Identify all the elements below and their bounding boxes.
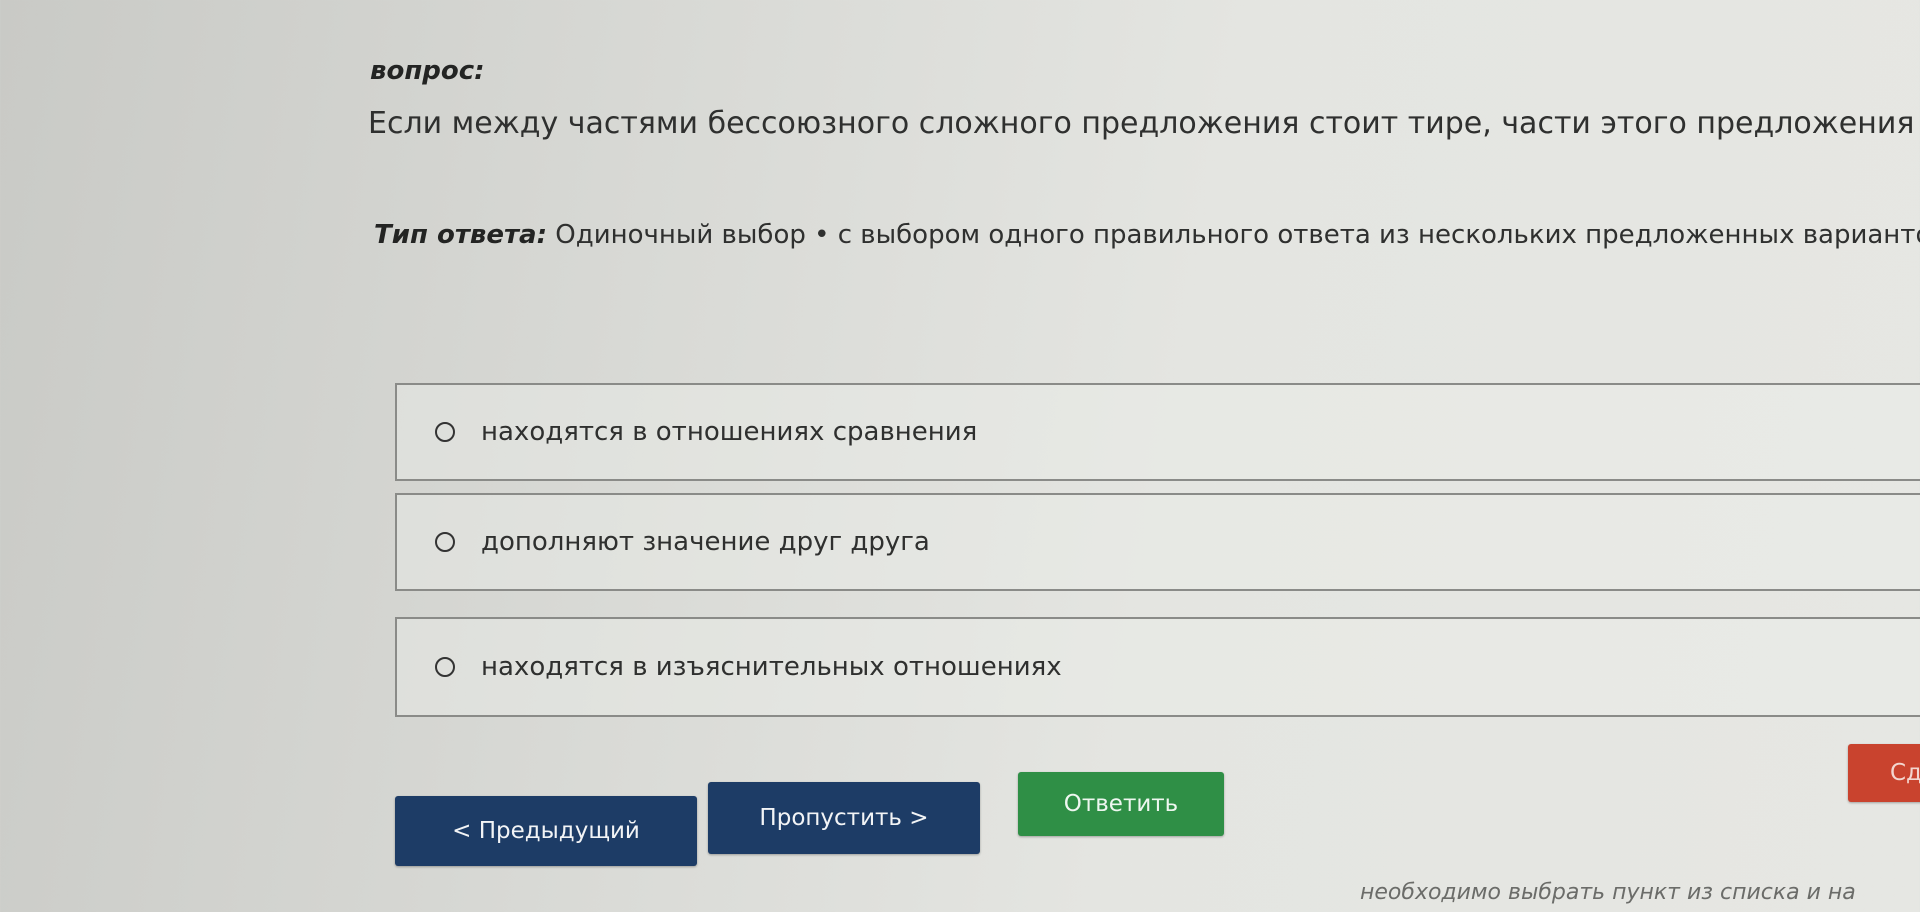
- answer-option-label: находятся в отношениях сравнения: [481, 417, 978, 447]
- answer-option-label: дополняют значение друг друга: [481, 527, 930, 557]
- answer-type-label: Тип ответа:: [374, 220, 547, 250]
- hint-text: необходимо выбрать пункт из списка и на: [1360, 880, 1856, 905]
- answer-type-value: Одиночный выбор • с выбором одного прави…: [555, 220, 1920, 250]
- skip-button[interactable]: Пропустить >: [708, 782, 980, 854]
- answer-button[interactable]: Ответить: [1018, 772, 1224, 836]
- answer-option-1[interactable]: находятся в отношениях сравнения: [395, 383, 1920, 481]
- question-label: вопрос:: [370, 56, 485, 86]
- answer-type: Тип ответа: Одиночный выбор • с выбором …: [374, 220, 1920, 250]
- previous-button[interactable]: < Предыдущий: [395, 796, 697, 866]
- radio-button-icon[interactable]: [435, 532, 455, 552]
- answer-option-2[interactable]: дополняют значение друг друга: [395, 493, 1920, 591]
- radio-button-icon[interactable]: [435, 657, 455, 677]
- answer-option-3[interactable]: находятся в изъяснительных отношениях: [395, 617, 1920, 717]
- submit-button[interactable]: Сд: [1848, 744, 1920, 802]
- answer-option-label: находятся в изъяснительных отношениях: [481, 652, 1062, 682]
- question-text: Если между частями бессоюзного сложного …: [368, 106, 1920, 141]
- radio-button-icon[interactable]: [435, 422, 455, 442]
